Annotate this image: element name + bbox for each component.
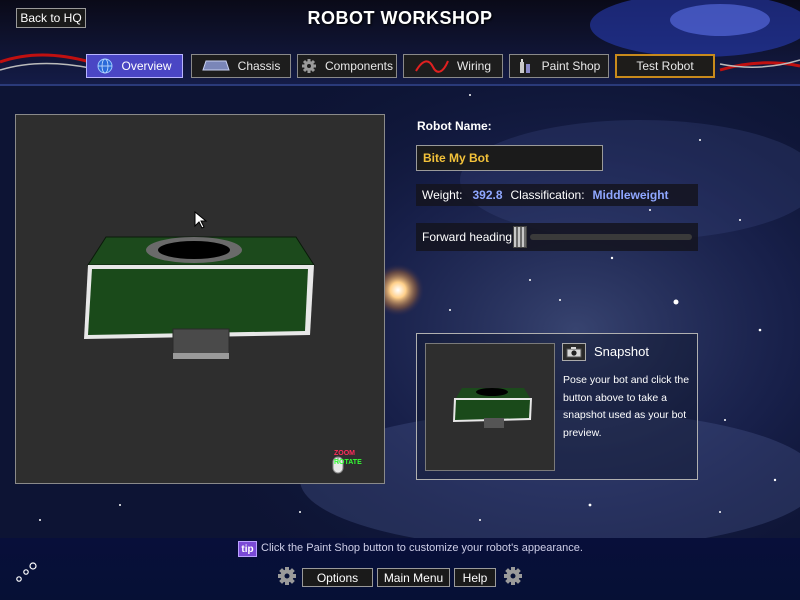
tab-chassis[interactable]: Chassis — [191, 54, 291, 78]
classification-value: Middleweight — [592, 188, 669, 202]
logo-icon — [16, 562, 37, 582]
tab-label: Components — [324, 59, 394, 73]
gear-icon — [301, 59, 316, 73]
tab-overview[interactable]: Overview — [86, 54, 183, 78]
options-button[interactable]: Options — [302, 568, 373, 587]
camera-icon — [566, 347, 582, 358]
tab-label: Paint Shop — [541, 59, 601, 73]
tab-wiring[interactable]: Wiring — [403, 54, 503, 78]
gear-icon — [504, 567, 522, 585]
tab-components[interactable]: Components — [297, 54, 397, 78]
tip-text: Click the Paint Shop button to customize… — [261, 542, 583, 554]
chassis-icon — [201, 60, 230, 71]
rotate-label: ROTATE — [334, 459, 362, 466]
page-title: ROBOT WORKSHOP — [307, 8, 493, 28]
robot-3d-viewport[interactable]: ZOOM ROTATE — [15, 114, 385, 484]
mouse-cursor-icon — [194, 211, 208, 229]
globe-icon — [97, 58, 113, 74]
forward-heading-slider[interactable] — [530, 234, 692, 240]
gear-icon — [278, 567, 296, 585]
tab-paint-shop[interactable]: Paint Shop — [509, 54, 609, 78]
snapshot-panel: Snapshot Pose your bot and click the but… — [416, 333, 698, 480]
help-button[interactable]: Help — [454, 568, 496, 587]
forward-heading-label: Forward heading: — [422, 230, 516, 244]
wire-icon — [415, 60, 449, 73]
zoom-rotate-legend: ZOOM ROTATE — [334, 449, 362, 467]
classification-label: Classification: — [510, 188, 585, 202]
weight-label: Weight: — [422, 188, 463, 202]
forward-heading-slider-thumb[interactable] — [513, 226, 527, 248]
tab-label: Chassis — [237, 59, 281, 73]
tip-badge: tip — [238, 541, 257, 557]
tab-label: Wiring — [456, 59, 491, 73]
snapshot-title: Snapshot — [594, 344, 649, 359]
snapshot-preview — [425, 343, 555, 471]
main-menu-button[interactable]: Main Menu — [377, 568, 450, 587]
tab-label: Overview — [121, 59, 172, 73]
paint-icon — [519, 59, 530, 73]
robot-stats: Weight: 392.8 Classification: Middleweig… — [416, 184, 698, 206]
tab-test-robot[interactable]: Test Robot — [615, 54, 715, 78]
snapshot-robot-image — [453, 388, 532, 428]
robot-name-label: Robot Name: — [417, 119, 492, 133]
weight-value: 392.8 — [472, 188, 503, 202]
robot-model — [84, 236, 315, 360]
snapshot-description: Pose your bot and click the button above… — [563, 374, 690, 439]
snapshot-camera-button[interactable] — [562, 343, 586, 361]
robot-name-field[interactable] — [416, 145, 603, 171]
tab-label: Test Robot — [636, 59, 694, 73]
zoom-label: ZOOM — [334, 450, 355, 457]
